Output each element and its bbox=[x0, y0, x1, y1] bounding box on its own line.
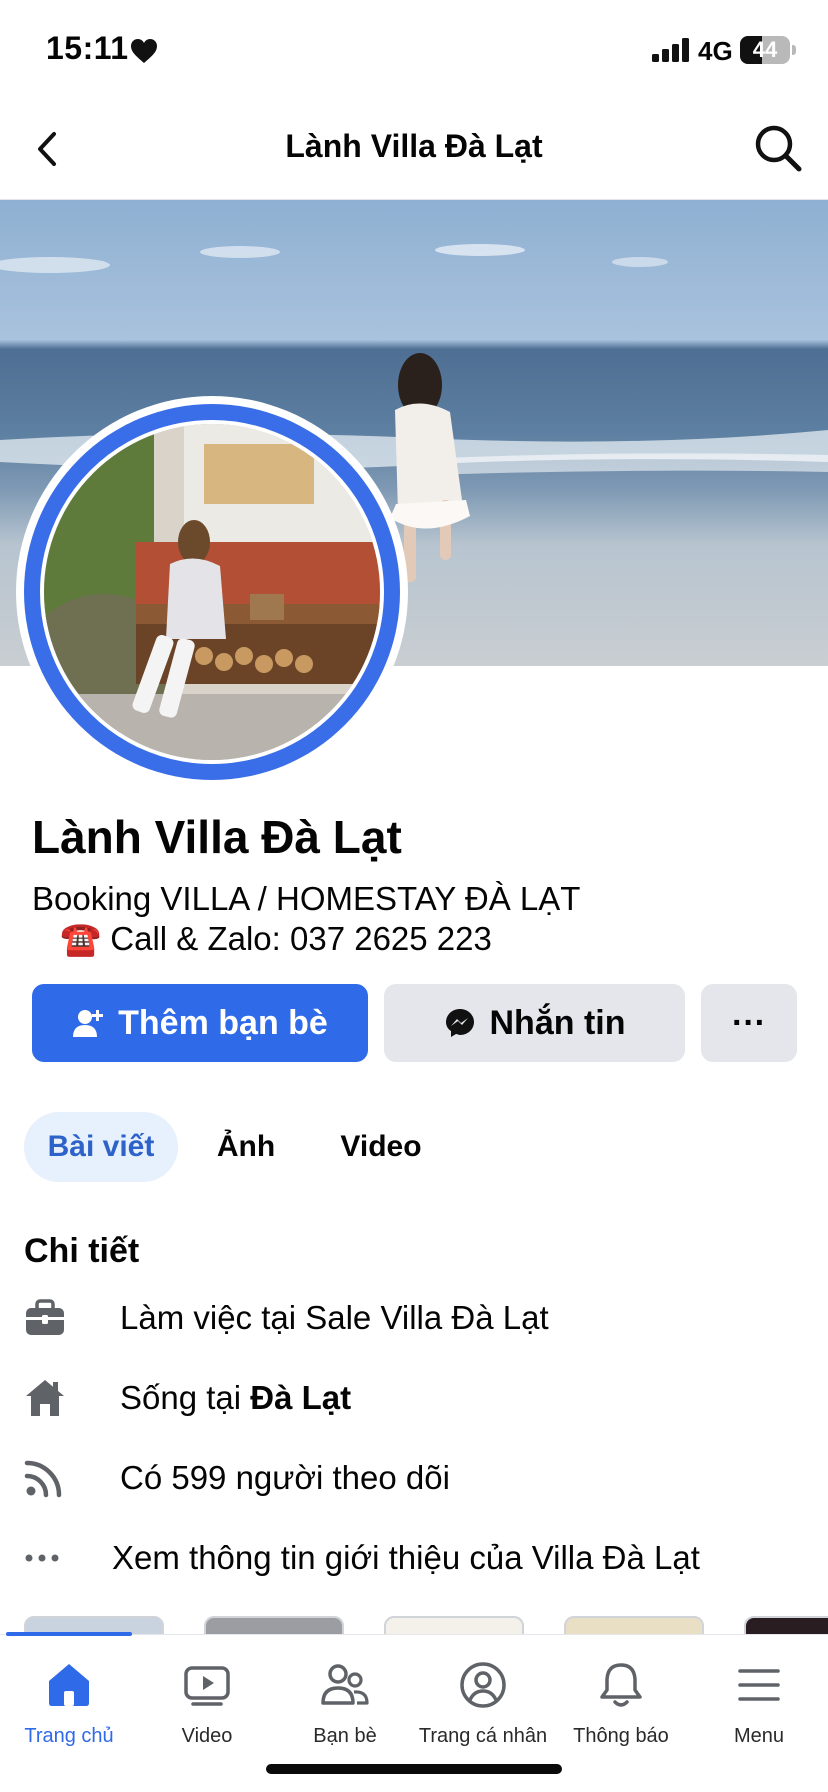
home-icon bbox=[24, 1374, 80, 1422]
more-options-button[interactable]: ··· bbox=[701, 984, 797, 1062]
detail-followers-text: Có 599 người theo dõi bbox=[120, 1459, 450, 1496]
page-title: Lành Villa Đà Lạt bbox=[285, 128, 543, 164]
nav-friends[interactable]: Bạn bè bbox=[276, 1657, 414, 1748]
message-button[interactable]: Nhắn tin bbox=[384, 984, 685, 1062]
nav-menu[interactable]: Menu bbox=[690, 1657, 828, 1748]
nav-profile-label: Trang cá nhân bbox=[418, 1725, 548, 1747]
tab-videos[interactable]: Video bbox=[320, 1112, 442, 1182]
heart-icon bbox=[131, 39, 157, 63]
add-friend-button[interactable]: Thêm bạn bè bbox=[32, 984, 368, 1062]
detail-lives-prefix: Sống tại bbox=[120, 1379, 251, 1416]
bio-line: Booking VILLA / HOMESTAY ĐÀ LẠT bbox=[32, 880, 581, 917]
photo-thumbnail[interactable] bbox=[744, 1616, 828, 1636]
message-label: Nhắn tin bbox=[489, 1003, 626, 1042]
profile-name: Lành Villa Đà Lạt bbox=[32, 811, 402, 863]
home-indicator bbox=[266, 1764, 562, 1774]
nav-home-label: Trang chủ bbox=[24, 1725, 114, 1747]
nav-notifications-label: Thông báo bbox=[573, 1725, 669, 1747]
bell-icon bbox=[552, 1657, 690, 1713]
detail-lives-text: Sống tại Đà Lạt bbox=[120, 1379, 351, 1417]
briefcase-icon bbox=[24, 1294, 80, 1342]
nav-home[interactable]: Trang chủ bbox=[0, 1657, 138, 1748]
search-icon[interactable] bbox=[752, 122, 804, 174]
detail-see-about[interactable]: Xem thông tin giới thiệu của Villa Đà Lạ… bbox=[24, 1528, 804, 1588]
status-time: 15:11 bbox=[46, 30, 129, 66]
avatar[interactable] bbox=[40, 420, 384, 764]
battery-icon: 44 bbox=[740, 36, 790, 64]
detail-work-text: Làm việc tại Sale Villa Đà Lạt bbox=[120, 1299, 549, 1336]
nav-notifications[interactable]: Thông báo bbox=[552, 1657, 690, 1748]
back-icon[interactable] bbox=[28, 124, 68, 174]
details-heading: Chi tiết bbox=[24, 1232, 140, 1270]
nav-menu-label: Menu bbox=[733, 1725, 785, 1747]
bio-contact-line: ☎️ Call & Zalo: 037 2625 223 bbox=[60, 920, 492, 957]
ellipsis-icon bbox=[24, 1534, 80, 1582]
nav-friends-label: Bạn bè bbox=[313, 1725, 377, 1747]
tab-posts[interactable]: Bài viết bbox=[24, 1112, 178, 1182]
active-tab-indicator bbox=[6, 1632, 132, 1636]
battery-level: 44 bbox=[752, 37, 778, 62]
messenger-icon bbox=[444, 1007, 476, 1039]
detail-work: Làm việc tại Sale Villa Đà Lạt bbox=[24, 1288, 804, 1348]
nav-video-label: Video bbox=[181, 1725, 233, 1747]
status-bar: 15:11 4G 44 bbox=[0, 0, 828, 100]
more-icon: ··· bbox=[732, 1003, 766, 1042]
detail-see-about-text: Xem thông tin giới thiệu của Villa Đà Lạ… bbox=[112, 1539, 700, 1576]
detail-lives-place[interactable]: Đà Lạt bbox=[250, 1379, 351, 1416]
video-icon bbox=[138, 1657, 276, 1713]
network-type: 4G bbox=[698, 36, 733, 66]
nav-profile[interactable]: Trang cá nhân bbox=[414, 1657, 552, 1748]
add-friend-icon bbox=[72, 1007, 104, 1039]
signal-icon bbox=[652, 38, 689, 62]
top-nav: Lành Villa Đà Lạt bbox=[0, 100, 828, 200]
photo-thumbnail[interactable] bbox=[384, 1616, 524, 1636]
menu-icon bbox=[690, 1657, 828, 1713]
rss-icon bbox=[24, 1454, 80, 1502]
tab-photos[interactable]: Ảnh bbox=[196, 1112, 296, 1182]
profile-icon bbox=[414, 1657, 552, 1713]
battery-nub bbox=[792, 45, 796, 55]
photo-thumbnail[interactable] bbox=[564, 1616, 704, 1636]
detail-lives: Sống tại Đà Lạt bbox=[24, 1368, 804, 1428]
home-icon bbox=[0, 1657, 138, 1713]
detail-followers[interactable]: Có 599 người theo dõi bbox=[24, 1448, 804, 1508]
avatar-image bbox=[44, 424, 380, 760]
photo-thumbnail[interactable] bbox=[204, 1616, 344, 1636]
nav-video[interactable]: Video bbox=[138, 1657, 276, 1748]
add-friend-label: Thêm bạn bè bbox=[118, 1003, 328, 1042]
friends-icon bbox=[276, 1657, 414, 1713]
